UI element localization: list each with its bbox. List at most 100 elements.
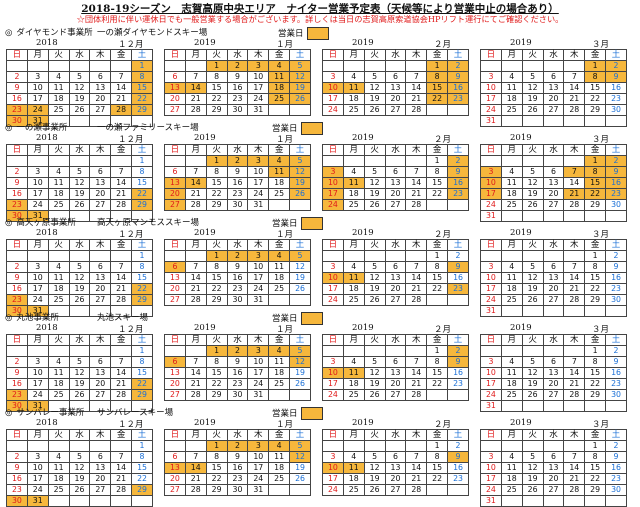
weekday-header: 木 (563, 239, 586, 251)
weekday-header: 水 (226, 239, 249, 251)
calendar-day: 19 (68, 283, 91, 295)
calendar-day: 26 (363, 389, 386, 401)
calendar-day: 5 (289, 440, 311, 452)
year-label: 2019 (194, 38, 216, 48)
calendar-day: 12 (521, 177, 544, 189)
calendar-day: 14 (110, 177, 133, 189)
calendar-week-row: 1 (6, 60, 153, 72)
calendar-empty-cell (363, 250, 386, 262)
calendar-empty-cell (131, 495, 153, 507)
calendar-month: 日月火水木金土 1 2 3 4 5 6 7 8 9 10 11 12 13 14 15 16 17 18 19 20 21… (6, 49, 153, 127)
calendar-week-row: 10 11 12 13 14 15 16 (480, 82, 627, 94)
calendar-day: 23 (605, 93, 627, 105)
weekday-header: 月 (184, 49, 207, 61)
calendar-day: 11 (268, 451, 291, 463)
calendar-empty-cell (384, 250, 407, 262)
calendar-day: 7 (405, 261, 428, 273)
calendar-day: 14 (563, 367, 586, 379)
calendar-day: 18 (500, 378, 523, 390)
calendar-day: 1 (131, 345, 153, 357)
calendar-month: 日月火水木金土 1 2 3 4 5 6 7 8 9 10 11 12 13 14 15 16 17 18 19 20 21… (6, 144, 153, 222)
calendar-day: 25 (268, 93, 291, 105)
weekday-header: 水 (542, 334, 565, 346)
calendar-week-row: 16 17 18 19 20 21 22 (6, 93, 153, 105)
weekday-header: 月 (184, 239, 207, 251)
calendar-day: 2 (6, 451, 28, 463)
calendar-day: 12 (289, 356, 311, 368)
calendar-day: 2 (226, 60, 249, 72)
calendar-day: 26 (289, 473, 311, 485)
calendar-day: 16 (447, 177, 469, 189)
weekday-header: 水 (542, 429, 565, 441)
calendar-day: 1 (205, 250, 228, 262)
calendar-day: 4 (268, 345, 291, 357)
calendar-week-row: 24 25 26 27 28 29 30 (480, 389, 627, 401)
calendar-day: 27 (542, 294, 565, 306)
calendar-day: 24 (26, 104, 49, 116)
calendar-week-row: 20 21 22 23 24 25 26 (164, 473, 311, 485)
calendar-day: 30 (226, 389, 249, 401)
weekday-header: 日 (480, 429, 502, 441)
calendar-day: 3 (247, 440, 270, 452)
calendar-empty-cell (6, 60, 28, 72)
calendar-week-row: 10 11 12 13 14 15 16 (322, 367, 469, 379)
calendar-empty-cell (322, 155, 344, 167)
calendar-empty-cell (521, 250, 544, 262)
calendar-day: 18 (268, 367, 291, 379)
calendar-day: 15 (584, 462, 607, 474)
calendar-day: 9 (447, 71, 469, 83)
calendar-day: 2 (605, 250, 627, 262)
calendar-day: 17 (480, 283, 502, 295)
calendar-week-row: 12 (480, 60, 627, 72)
calendar-day: 24 (480, 199, 502, 211)
year-label: 2018 (36, 323, 58, 333)
calendar-day: 25 (268, 473, 291, 485)
calendar-day: 8 (131, 261, 153, 273)
calendar-week-row: 20 21 22 23 24 25 26 (164, 93, 311, 105)
weekday-header: 土 (289, 429, 311, 441)
ski-area-name: 一の瀬ダイヤモンドスキー場 (97, 28, 208, 38)
calendar-day: 16 (605, 462, 627, 474)
calendar-week-row: 10 11 12 13 14 15 16 (480, 177, 627, 189)
calendar-day: 15 (131, 82, 153, 94)
calendar-day: 10 (322, 367, 344, 379)
office-name: 丸池事業所 (16, 313, 59, 323)
calendar-empty-cell (584, 495, 607, 507)
calendar-day: 29 (205, 484, 228, 496)
calendar-day: 19 (521, 283, 544, 295)
calendar-empty-cell (164, 345, 186, 357)
calendar-day: 11 (47, 177, 70, 189)
calendar-day: 16 (447, 82, 469, 94)
weekday-header: 金 (584, 144, 607, 156)
calendar-week-row: 2345678 (6, 261, 153, 273)
calendar-empty-cell (426, 104, 449, 116)
calendar-day: 19 (363, 473, 386, 485)
weekday-header: 火 (47, 334, 70, 346)
calendar-week-row: 6 7 8 9 10 11 12 (164, 451, 311, 463)
calendar-week-row: 6 7 8 9 10 11 12 (164, 261, 311, 273)
weekday-header: 水 (384, 334, 407, 346)
calendar-empty-cell (6, 155, 28, 167)
calendar-day: 8 (205, 451, 228, 463)
calendar-day: 27 (89, 294, 112, 306)
calendar-day: 15 (584, 82, 607, 94)
calendar-day: 14 (563, 272, 586, 284)
calendar-day: 17 (247, 367, 270, 379)
calendar-empty-cell (426, 389, 449, 401)
weekday-header: 水 (226, 334, 249, 346)
calendar-day: 15 (131, 272, 153, 284)
calendar-day: 6 (542, 261, 565, 273)
calendar-day: 17 (322, 188, 344, 200)
calendar-empty-cell (184, 155, 207, 167)
calendar-day: 8 (131, 166, 153, 178)
calendar-day: 12 (68, 272, 91, 284)
calendar-week-row: 12345 (164, 440, 311, 452)
calendar-day: 20 (89, 473, 112, 485)
calendar-empty-cell (447, 484, 469, 496)
weekday-header: 月 (500, 49, 523, 61)
calendar-day: 7 (563, 451, 586, 463)
calendar-day: 12 (289, 166, 311, 178)
calendar-day: 27 (384, 484, 407, 496)
office-name: サンバレー事業所 (16, 408, 85, 418)
calendar-empty-cell (447, 199, 469, 211)
